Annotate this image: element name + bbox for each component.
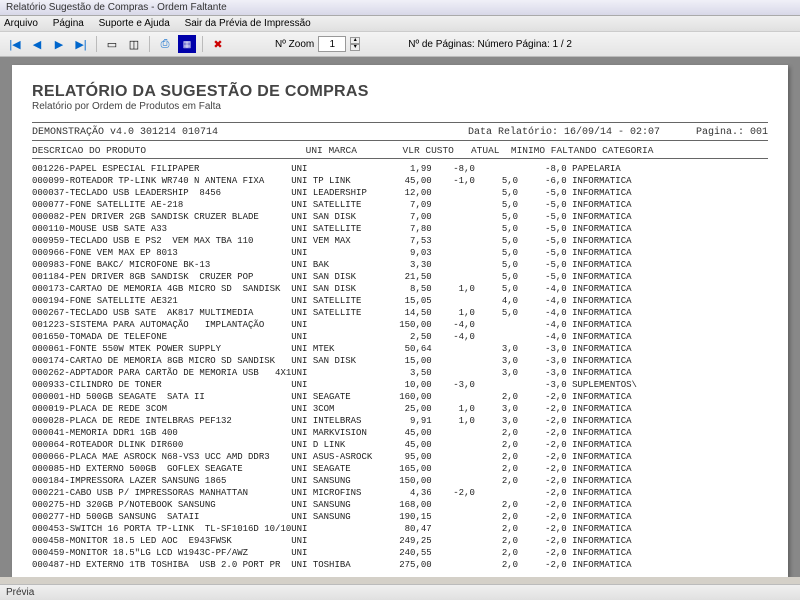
table-row: 000933-CILINDRO DE TONER UNI 10,00 -3,0 … bbox=[32, 379, 768, 391]
divider bbox=[32, 140, 768, 141]
multi-page-icon[interactable]: ◫ bbox=[125, 35, 143, 53]
zoom-label: Nº Zoom bbox=[275, 39, 314, 50]
toolbar: |◀ ◀ ▶ ▶| ▭ ◫ ⎙ ▦ ✖ Nº Zoom ▴▾ Nº de Pág… bbox=[0, 32, 800, 57]
page-label: Pagina.: 001 bbox=[696, 127, 768, 138]
table-row: 000262-ADPTADOR PARA CARTÃO DE MEMORIA U… bbox=[32, 367, 768, 379]
table-row: 000983-FONE BAKC/ MICROFONE BK-13 UNI BA… bbox=[32, 259, 768, 271]
table-row: 000061-FONTE 550W MTEK POWER SUPPLY UNI … bbox=[32, 343, 768, 355]
table-row: 000458-MONITOR 18.5 LED AOC E943FWSK UNI… bbox=[32, 535, 768, 547]
divider bbox=[32, 158, 768, 159]
table-row: 000037-TECLADO USB LEADERSHIP 8456 UNI L… bbox=[32, 187, 768, 199]
report-page: RELATÓRIO DA SUGESTÃO DE COMPRAS Relatór… bbox=[12, 65, 788, 577]
print-icon[interactable]: ⎙ bbox=[156, 35, 174, 53]
next-page-button[interactable]: ▶ bbox=[50, 35, 68, 53]
table-row: 000487-HD EXTERNO 1TB TOSHIBA USB 2.0 PO… bbox=[32, 559, 768, 571]
table-row: 000453-SWITCH 16 PORTA TP-LINK TL-SF1016… bbox=[32, 523, 768, 535]
separator bbox=[149, 36, 150, 52]
header-right: Data Relatório: 16/09/14 - 02:07 Pagina.… bbox=[468, 127, 768, 138]
table-row: 000959-TECLADO USB E PS2 VEM MAX TBA 110… bbox=[32, 235, 768, 247]
table-row: 000267-TECLADO USB SATE AK817 MULTIMEDIA… bbox=[32, 307, 768, 319]
statusbar: Prévia bbox=[0, 584, 800, 600]
table-row: 001223-SISTEMA PARA AUTOMAÇÃO IMPLANTAÇÃ… bbox=[32, 319, 768, 331]
menubar: Arquivo Página Suporte e Ajuda Sair da P… bbox=[0, 16, 800, 32]
divider bbox=[32, 122, 768, 123]
single-page-icon[interactable]: ▭ bbox=[103, 35, 121, 53]
demo-text: DEMONSTRAÇÃO v4.0 301214 010714 bbox=[32, 127, 218, 138]
menu-pagina[interactable]: Página bbox=[53, 18, 84, 29]
column-headers: DESCRICAO DO PRODUTO UNI MARCA VLR CUSTO… bbox=[32, 145, 768, 156]
table-row: 000099-ROTEADOR TP-LINK WR740 N ANTENA F… bbox=[32, 175, 768, 187]
grid-icon[interactable]: ▦ bbox=[178, 35, 196, 53]
table-row: 000275-HD 320GB P/NOTEBOOK SANSUNG UNI S… bbox=[32, 499, 768, 511]
separator bbox=[202, 36, 203, 52]
window-title: Relatório Sugestão de Compras - Ordem Fa… bbox=[6, 2, 227, 13]
status-text: Prévia bbox=[6, 587, 34, 598]
report-body: 001226-PAPEL ESPECIAL FILIPAPER UNI 1,99… bbox=[32, 163, 768, 571]
table-row: 000028-PLACA DE REDE INTELBRAS PEF132 UN… bbox=[32, 415, 768, 427]
table-row: 000066-PLACA MAE ASROCK N68-VS3 UCC AMD … bbox=[32, 451, 768, 463]
table-row: 001650-TOMADA DE TELEFONE UNI 2,50 -4,0 … bbox=[32, 331, 768, 343]
table-row: 000085-HD EXTERNO 500GB GOFLEX SEAGATE U… bbox=[32, 463, 768, 475]
window-titlebar: Relatório Sugestão de Compras - Ordem Fa… bbox=[0, 0, 800, 16]
report-subtitle: Relatório por Ordem de Produtos em Falta bbox=[32, 101, 768, 112]
preview-viewer: RELATÓRIO DA SUGESTÃO DE COMPRAS Relatór… bbox=[0, 57, 800, 577]
table-row: 000277-HD 500GB SANSUNG SATAII UNI SANSU… bbox=[32, 511, 768, 523]
table-row: 000194-FONE SATELLITE AE321 UNI SATELLIT… bbox=[32, 295, 768, 307]
table-row: 000966-FONE VEM MAX EP 8013 UNI 9,03 5,0… bbox=[32, 247, 768, 259]
menu-arquivo[interactable]: Arquivo bbox=[4, 18, 38, 29]
table-row: 000064-ROTEADOR DLINK DIR600 UNI D LINK … bbox=[32, 439, 768, 451]
table-row: 000174-CARTAO DE MEMORIA 8GB MICRO SD SA… bbox=[32, 355, 768, 367]
pages-label: Nº de Páginas: Número Página: 1 / 2 bbox=[408, 39, 572, 50]
menu-sair[interactable]: Sair da Prévia de Impressão bbox=[185, 18, 311, 29]
table-row: 000221-CABO USB P/ IMPRESSORAS MANHATTAN… bbox=[32, 487, 768, 499]
table-row: 000110-MOUSE USB SATE A33 UNI SATELLITE … bbox=[32, 223, 768, 235]
table-row: 000001-HD 500GB SEAGATE SATA II UNI SEAG… bbox=[32, 391, 768, 403]
table-row: 001226-PAPEL ESPECIAL FILIPAPER UNI 1,99… bbox=[32, 163, 768, 175]
report-title: RELATÓRIO DA SUGESTÃO DE COMPRAS bbox=[32, 83, 768, 101]
table-row: 000019-PLACA DE REDE 3COM UNI 3COM 25,00… bbox=[32, 403, 768, 415]
separator bbox=[96, 36, 97, 52]
table-row: 000077-FONE SATELLITE AE-218 UNI SATELLI… bbox=[32, 199, 768, 211]
menu-suporte[interactable]: Suporte e Ajuda bbox=[99, 18, 170, 29]
report-header-row: DEMONSTRAÇÃO v4.0 301214 010714 Data Rel… bbox=[32, 127, 768, 138]
prev-page-button[interactable]: ◀ bbox=[28, 35, 46, 53]
table-row: 001184-PEN DRIVER 8GB SANDISK CRUZER POP… bbox=[32, 271, 768, 283]
table-row: 000184-IMPRESSORA LAZER SANSUNG 1865 UNI… bbox=[32, 475, 768, 487]
zoom-spinner[interactable]: ▴▾ bbox=[350, 37, 360, 51]
table-row: 000082-PEN DRIVER 2GB SANDISK CRUZER BLA… bbox=[32, 211, 768, 223]
zoom-input[interactable] bbox=[318, 36, 346, 52]
table-row: 000041-MEMORIA DDR1 1GB 400 UNI MARKVISI… bbox=[32, 427, 768, 439]
last-page-button[interactable]: ▶| bbox=[72, 35, 90, 53]
table-row: 000459-MONITOR 18.5"LG LCD W1943C-PF/AWZ… bbox=[32, 547, 768, 559]
first-page-button[interactable]: |◀ bbox=[6, 35, 24, 53]
close-icon[interactable]: ✖ bbox=[209, 35, 227, 53]
date-label: Data Relatório: 16/09/14 - 02:07 bbox=[468, 127, 660, 138]
table-row: 000173-CARTAO DE MEMORIA 4GB MICRO SD SA… bbox=[32, 283, 768, 295]
